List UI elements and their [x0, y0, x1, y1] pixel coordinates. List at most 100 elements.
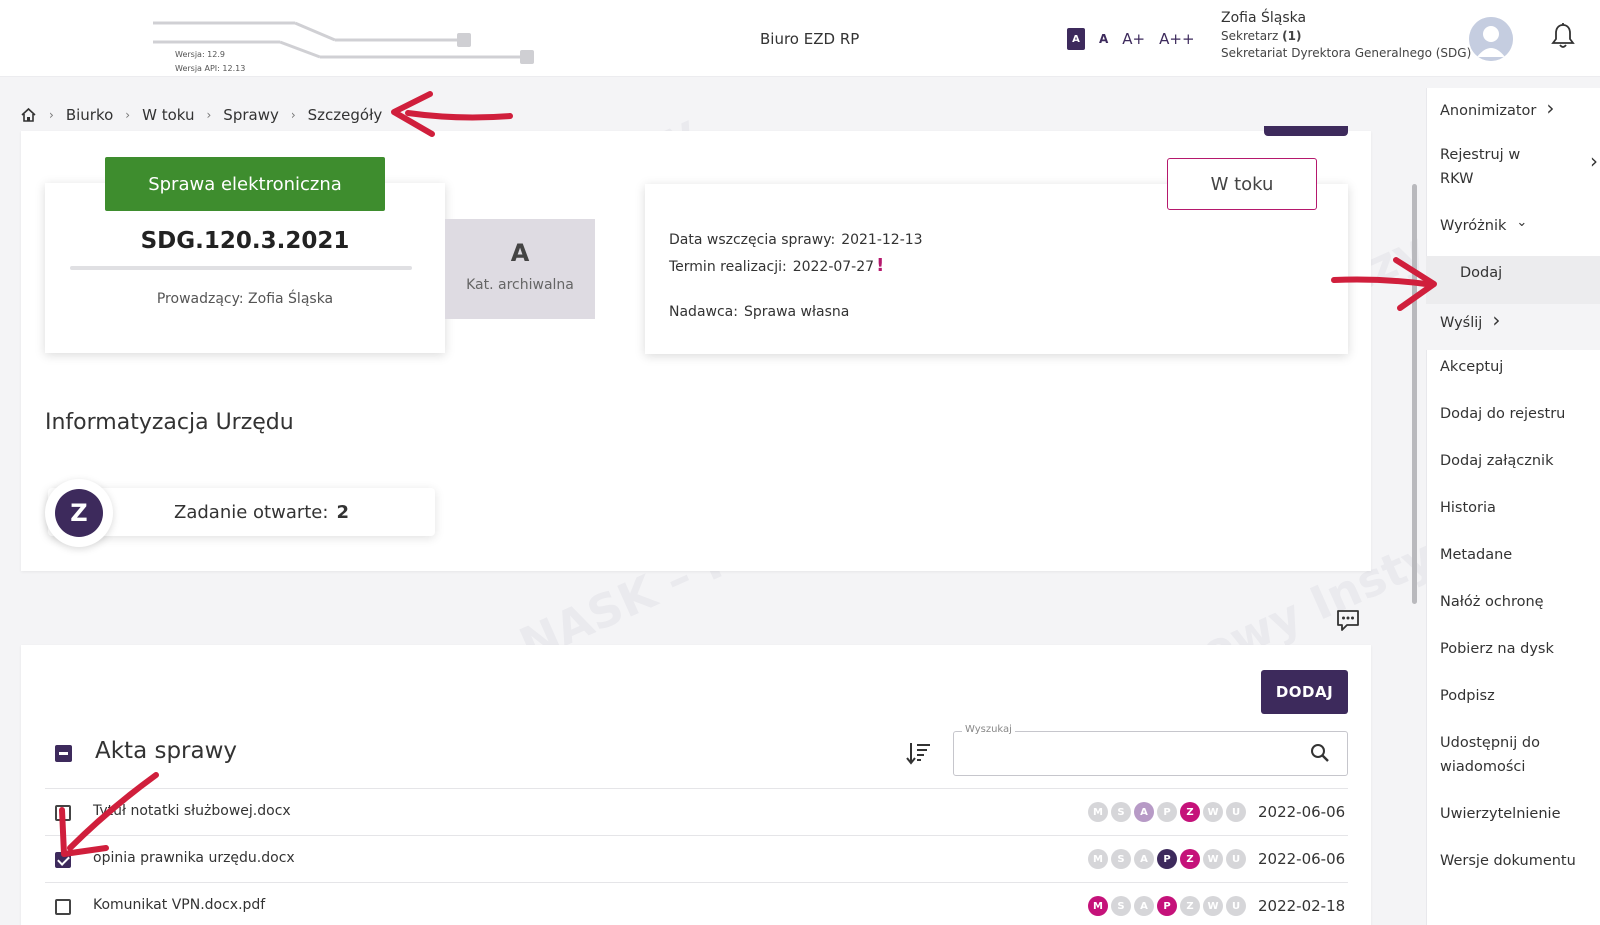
start-date-value: 2021-12-13: [841, 232, 923, 248]
font-size-normal-button[interactable]: A: [1067, 28, 1085, 50]
document-name[interactable]: opinia prawnika urzędu.docx: [93, 850, 295, 866]
table-row[interactable]: Tytuł notatki służbowej.docx M S A P Z W U 2022-…: [45, 788, 1348, 835]
status-badge: W: [1203, 802, 1223, 822]
document-date: 2022-02-18: [1258, 897, 1346, 915]
deadline-label: Termin realizacji:: [669, 259, 787, 275]
status-badge: S: [1111, 802, 1131, 822]
bell-icon[interactable]: [1550, 22, 1576, 50]
task-avatar: Z: [55, 489, 103, 537]
menu-item-podpisz[interactable]: Podpisz: [1440, 684, 1495, 708]
breadcrumb-item-w-toku[interactable]: W toku: [142, 106, 194, 124]
case-number: SDG.120.3.2021: [140, 228, 350, 254]
row-checkbox[interactable]: [55, 852, 71, 868]
document-name[interactable]: Komunikat VPN.docx.pdf: [93, 897, 265, 913]
document-status-badges: MSAPZWU: [1088, 849, 1246, 869]
document-status-badges: MSAPZWU: [1088, 802, 1246, 822]
start-date-label: Data wszczęcia sprawy:: [669, 232, 836, 248]
menu-item-udostępnij-do[interactable]: Udostępnij do wiadomości: [1440, 731, 1540, 779]
row-checkbox[interactable]: [55, 899, 71, 915]
deadline-value: 2022-07-27: [792, 259, 875, 275]
case-status-button[interactable]: W toku: [1167, 158, 1317, 210]
menu-item-dodaj-załącznik[interactable]: Dodaj załącznik: [1440, 449, 1553, 473]
font-size-switcher: A A A+ A++: [1067, 28, 1209, 50]
app-title: Biuro EZD RP: [760, 30, 860, 48]
sender-value: Sprawa własna: [743, 304, 850, 320]
task-avatar-wrap: Z: [45, 479, 113, 547]
avatar[interactable]: [1469, 17, 1513, 61]
menu-item-label: Dodaj do rejestru: [1440, 406, 1566, 422]
app-header: Wersja: 12.9 Wersja API: 12.13 Biuro EZD…: [0, 0, 1600, 77]
document-name[interactable]: Tytuł notatki służbowej.docx: [93, 803, 291, 819]
home-icon[interactable]: [20, 107, 37, 123]
chevron-right-icon: ›: [1590, 149, 1598, 173]
status-badge: S: [1111, 849, 1131, 869]
table-row[interactable]: opinia prawnika urzędu.docx M S A P Z W U 2022-0…: [45, 835, 1348, 882]
menu-item-historia[interactable]: Historia: [1440, 496, 1496, 520]
case-type-button[interactable]: Sprawa elektroniczna: [105, 157, 385, 211]
menu-item-label: Metadane: [1440, 547, 1513, 563]
menu-item-label: Dodaj: [1460, 265, 1503, 281]
search-label: Wyszukaj: [962, 724, 1015, 735]
archive-category-label: Kat. archiwalna: [466, 277, 574, 293]
breadcrumb: › Biurko › W toku › Sprawy › Szczegóły: [20, 106, 382, 124]
menu-item-label: Akceptuj: [1440, 359, 1504, 375]
menu-item-wersje-dokumentu[interactable]: Wersje dokumentu: [1440, 849, 1576, 873]
status-badge: Z: [1180, 896, 1200, 916]
menu-item-uwierzytelnienie[interactable]: Uwierzytelnienie: [1440, 802, 1561, 826]
status-badge: A: [1134, 896, 1154, 916]
search-input[interactable]: [953, 731, 1348, 776]
select-all-checkbox[interactable]: [55, 745, 72, 762]
user-info[interactable]: Zofia Śląska Sekretarz (1) Sekretariat D…: [1221, 10, 1471, 60]
table-row[interactable]: Komunikat VPN.docx.pdf M S A P Z W U 2022-02-18: [45, 882, 1348, 925]
menu-item-dodaj-do-rejestru[interactable]: Dodaj do rejestru: [1440, 402, 1565, 426]
menu-item-label: Udostępnij do: [1440, 735, 1540, 751]
chevron-right-icon: ›: [1546, 96, 1555, 120]
menu-item-wyróżnik[interactable]: Wyróżnik ⌄: [1440, 214, 1527, 239]
user-role: Sekretarz (1): [1221, 29, 1471, 43]
chevron-right-icon: ›: [125, 108, 131, 122]
status-badge: W: [1203, 896, 1223, 916]
font-size-large-button[interactable]: A+: [1122, 30, 1145, 48]
case-subject: Informatyzacja Urzędu: [45, 410, 294, 435]
menu-item-label: Rejestruj w: [1440, 147, 1521, 163]
menu-item-rejestruj-w[interactable]: Rejestruj w RKW ›: [1440, 143, 1598, 191]
menu-item-label: Wersje dokumentu: [1440, 853, 1576, 869]
case-progress-bar: [70, 266, 412, 270]
breadcrumb-item-biurko[interactable]: Biurko: [66, 106, 113, 124]
document-date: 2022-06-06: [1258, 850, 1346, 868]
status-badge: S: [1111, 896, 1131, 916]
scrollbar[interactable]: [1412, 184, 1417, 604]
case-owner: Prowadzący: Zofia Śląska: [156, 291, 334, 307]
menu-item-label: Dodaj załącznik: [1440, 453, 1554, 469]
top-action-button[interactable]: [1264, 126, 1348, 136]
menu-item-label: Nałóż ochronę: [1440, 594, 1544, 610]
menu-item-dodaj[interactable]: Dodaj: [1460, 261, 1502, 285]
menu-item-label: Wyślij: [1440, 315, 1483, 331]
chevron-right-icon: ›: [290, 108, 296, 122]
sender-label: Nadawca:: [669, 304, 738, 320]
status-badge: M: [1088, 802, 1108, 822]
case-deadline: Termin realizacji: 2022-07-27!: [669, 255, 884, 276]
menu-item-anonimizator[interactable]: Anonimizator ›: [1440, 96, 1554, 123]
row-checkbox[interactable]: [55, 805, 71, 821]
menu-item-akceptuj[interactable]: Akceptuj: [1440, 355, 1503, 379]
status-badge: M: [1088, 896, 1108, 916]
chevron-right-icon: ›: [1492, 308, 1501, 332]
menu-item-nałóż-ochronę[interactable]: Nałóż ochronę: [1440, 590, 1544, 614]
chat-icon[interactable]: [1335, 607, 1361, 633]
font-size-small-button[interactable]: A: [1099, 32, 1108, 46]
status-badge: M: [1088, 849, 1108, 869]
status-badge: U: [1226, 896, 1246, 916]
font-size-xlarge-button[interactable]: A++: [1159, 30, 1194, 48]
status-badge: U: [1226, 849, 1246, 869]
breadcrumb-item-sprawy[interactable]: Sprawy: [223, 106, 279, 124]
warning-exclamation-icon: !: [876, 255, 885, 276]
status-badge: W: [1203, 849, 1223, 869]
user-avatar-icon: [1469, 17, 1513, 61]
search-icon[interactable]: [1310, 743, 1330, 763]
add-document-button[interactable]: DODAJ: [1261, 670, 1348, 714]
menu-item-pobierz-na-dysk[interactable]: Pobierz na dysk: [1440, 637, 1554, 661]
menu-item-wyślij[interactable]: Wyślij ›: [1440, 308, 1500, 335]
menu-item-metadane[interactable]: Metadane: [1440, 543, 1512, 567]
sort-icon[interactable]: [906, 740, 932, 766]
